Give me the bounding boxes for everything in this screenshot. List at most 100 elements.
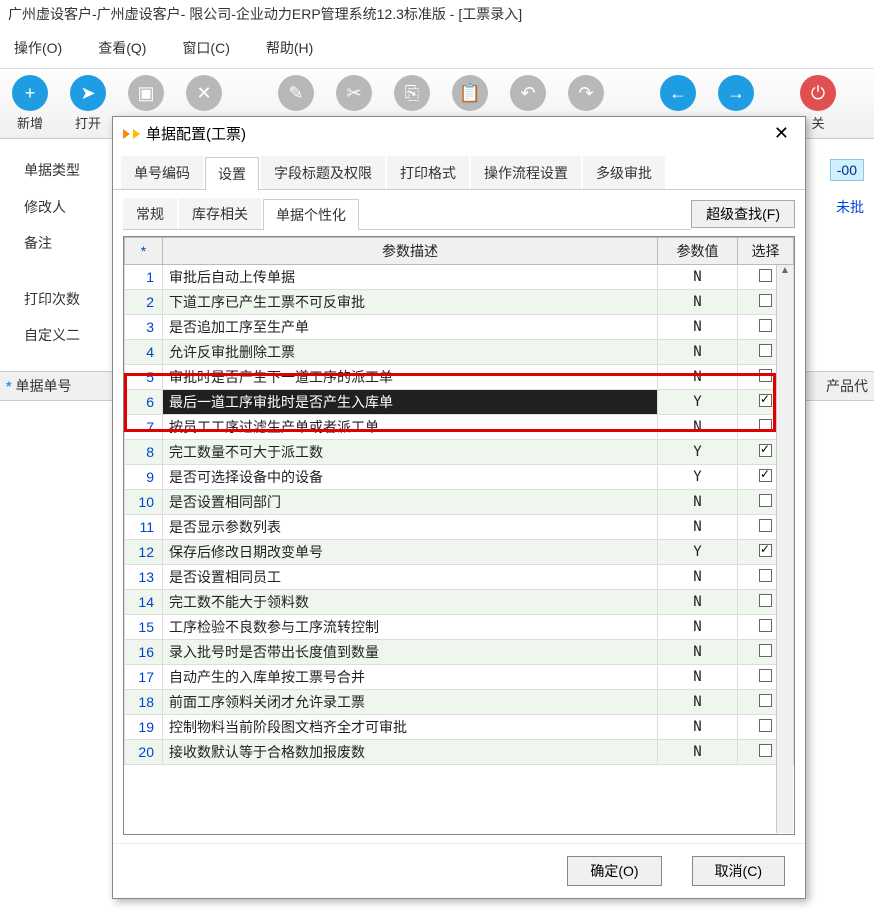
- super-find-button[interactable]: 超级查找(F): [691, 200, 795, 228]
- table-row[interactable]: 15工序检验不良数参与工序流转控制N: [125, 615, 794, 640]
- doc-type-label: 单据类型: [24, 160, 96, 180]
- row-value[interactable]: N: [658, 415, 738, 440]
- row-value[interactable]: Y: [658, 540, 738, 565]
- new-button[interactable]: +新增: [8, 75, 52, 132]
- row-desc: 自动产生的入库单按工票号合并: [163, 665, 658, 690]
- table-row[interactable]: 16录入批号时是否带出长度值到数量N: [125, 640, 794, 665]
- tabs-sub: 常规库存相关单据个性化: [123, 198, 691, 230]
- col-index: *: [125, 238, 163, 265]
- table-row[interactable]: 6最后一道工序审批时是否产生入库单Y: [125, 390, 794, 415]
- dialog-titlebar: 单据配置(工票) ✕: [113, 117, 805, 150]
- tab-main-5[interactable]: 多级审批: [583, 156, 665, 189]
- tab-main-4[interactable]: 操作流程设置: [471, 156, 581, 189]
- remark-label: 备注: [24, 233, 96, 253]
- table-row[interactable]: 20接收数默认等于合格数加报废数N: [125, 740, 794, 765]
- tab-main-1[interactable]: 设置: [205, 157, 259, 190]
- row-value[interactable]: N: [658, 640, 738, 665]
- menu-operate[interactable]: 操作(O): [0, 34, 76, 62]
- table-row[interactable]: 11是否显示参数列表N: [125, 515, 794, 540]
- row-value[interactable]: N: [658, 315, 738, 340]
- scrollbar[interactable]: [776, 265, 793, 833]
- tab-main-2[interactable]: 字段标题及权限: [261, 156, 385, 189]
- table-row[interactable]: 2下道工序已产生工票不可反审批N: [125, 290, 794, 315]
- row-index: 2: [125, 290, 163, 315]
- row-value[interactable]: N: [658, 290, 738, 315]
- row-desc: 是否显示参数列表: [163, 515, 658, 540]
- folder-icon: ➤: [70, 75, 106, 111]
- row-index: 16: [125, 640, 163, 665]
- tab-main-0[interactable]: 单号编码: [121, 156, 203, 189]
- row-value[interactable]: N: [658, 615, 738, 640]
- row-desc: 控制物料当前阶段图文档齐全才可审批: [163, 715, 658, 740]
- row-value[interactable]: N: [658, 590, 738, 615]
- table-row[interactable]: 3是否追加工序至生产单N: [125, 315, 794, 340]
- row-value[interactable]: N: [658, 690, 738, 715]
- row-value[interactable]: N: [658, 490, 738, 515]
- tab-sub-2[interactable]: 单据个性化: [263, 199, 359, 230]
- row-desc: 是否追加工序至生产单: [163, 315, 658, 340]
- row-value[interactable]: Y: [658, 390, 738, 415]
- row-value[interactable]: N: [658, 665, 738, 690]
- row-index: 8: [125, 440, 163, 465]
- table-row[interactable]: 14完工数不能大于领料数N: [125, 590, 794, 615]
- row-desc: 审批时是否产生下一道工序的派工单: [163, 365, 658, 390]
- row-index: 6: [125, 390, 163, 415]
- col-desc: 参数描述: [163, 238, 658, 265]
- row-index: 9: [125, 465, 163, 490]
- row-value[interactable]: N: [658, 340, 738, 365]
- table-row[interactable]: 5审批时是否产生下一道工序的派工单N: [125, 365, 794, 390]
- open-button[interactable]: ➤打开: [66, 75, 110, 132]
- table-row[interactable]: 4允许反审批删除工票N: [125, 340, 794, 365]
- tab-main-3[interactable]: 打印格式: [387, 156, 469, 189]
- approve-state: 未批: [836, 197, 864, 217]
- col-select: 选择: [738, 238, 794, 265]
- ok-button[interactable]: 确定(O): [567, 856, 661, 886]
- table-row[interactable]: 18前面工序领料关闭才允许录工票N: [125, 690, 794, 715]
- menu-help[interactable]: 帮助(H): [252, 34, 327, 62]
- table-row[interactable]: 19控制物料当前阶段图文档齐全才可审批N: [125, 715, 794, 740]
- table-row[interactable]: 9是否可选择设备中的设备Y: [125, 465, 794, 490]
- table-row[interactable]: 7按员工工序过滤生产单或者派工单N: [125, 415, 794, 440]
- row-value[interactable]: Y: [658, 465, 738, 490]
- arrow-left-icon: ←: [660, 75, 696, 111]
- tab-sub-0[interactable]: 常规: [123, 198, 177, 229]
- cancel-button[interactable]: 取消(C): [692, 856, 785, 886]
- table-row[interactable]: 10是否设置相同部门N: [125, 490, 794, 515]
- table-row[interactable]: 1审批后自动上传单据N: [125, 265, 794, 290]
- row-desc: 保存后修改日期改变单号: [163, 540, 658, 565]
- row-index: 14: [125, 590, 163, 615]
- row-index: 13: [125, 565, 163, 590]
- row-value[interactable]: N: [658, 365, 738, 390]
- plus-icon: +: [12, 75, 48, 111]
- col-value: 参数值: [658, 238, 738, 265]
- menu-view[interactable]: 查看(Q): [84, 34, 160, 62]
- table-row[interactable]: 12保存后修改日期改变单号Y: [125, 540, 794, 565]
- row-desc: 完工数量不可大于派工数: [163, 440, 658, 465]
- table-row[interactable]: 8完工数量不可大于派工数Y: [125, 440, 794, 465]
- row-value[interactable]: N: [658, 265, 738, 290]
- row-desc: 接收数默认等于合格数加报废数: [163, 740, 658, 765]
- row-value[interactable]: N: [658, 715, 738, 740]
- row-value[interactable]: N: [658, 515, 738, 540]
- copy-icon: ⎘: [394, 75, 430, 111]
- row-value[interactable]: Y: [658, 440, 738, 465]
- arrow-right-icon: →: [718, 75, 754, 111]
- row-index: 15: [125, 615, 163, 640]
- table-row[interactable]: 13是否设置相同员工N: [125, 565, 794, 590]
- paste-icon: 📋: [452, 75, 488, 111]
- doc-no-field[interactable]: -00: [830, 159, 864, 181]
- row-value[interactable]: N: [658, 565, 738, 590]
- table-row[interactable]: 17自动产生的入库单按工票号合并N: [125, 665, 794, 690]
- menu-window[interactable]: 窗口(C): [168, 34, 243, 62]
- row-desc: 是否设置相同员工: [163, 565, 658, 590]
- app-logo-icon: [133, 129, 140, 139]
- modifier-label: 修改人: [24, 197, 96, 217]
- print-count-label: 打印次数: [24, 289, 96, 309]
- tab-sub-1[interactable]: 库存相关: [179, 198, 261, 229]
- row-index: 10: [125, 490, 163, 515]
- col-product: 产品代: [826, 376, 868, 396]
- row-value[interactable]: N: [658, 740, 738, 765]
- dialog-close-button[interactable]: ✕: [768, 123, 795, 144]
- row-index: 3: [125, 315, 163, 340]
- config-dialog: 单据配置(工票) ✕ 单号编码设置字段标题及权限打印格式操作流程设置多级审批 常…: [112, 116, 806, 899]
